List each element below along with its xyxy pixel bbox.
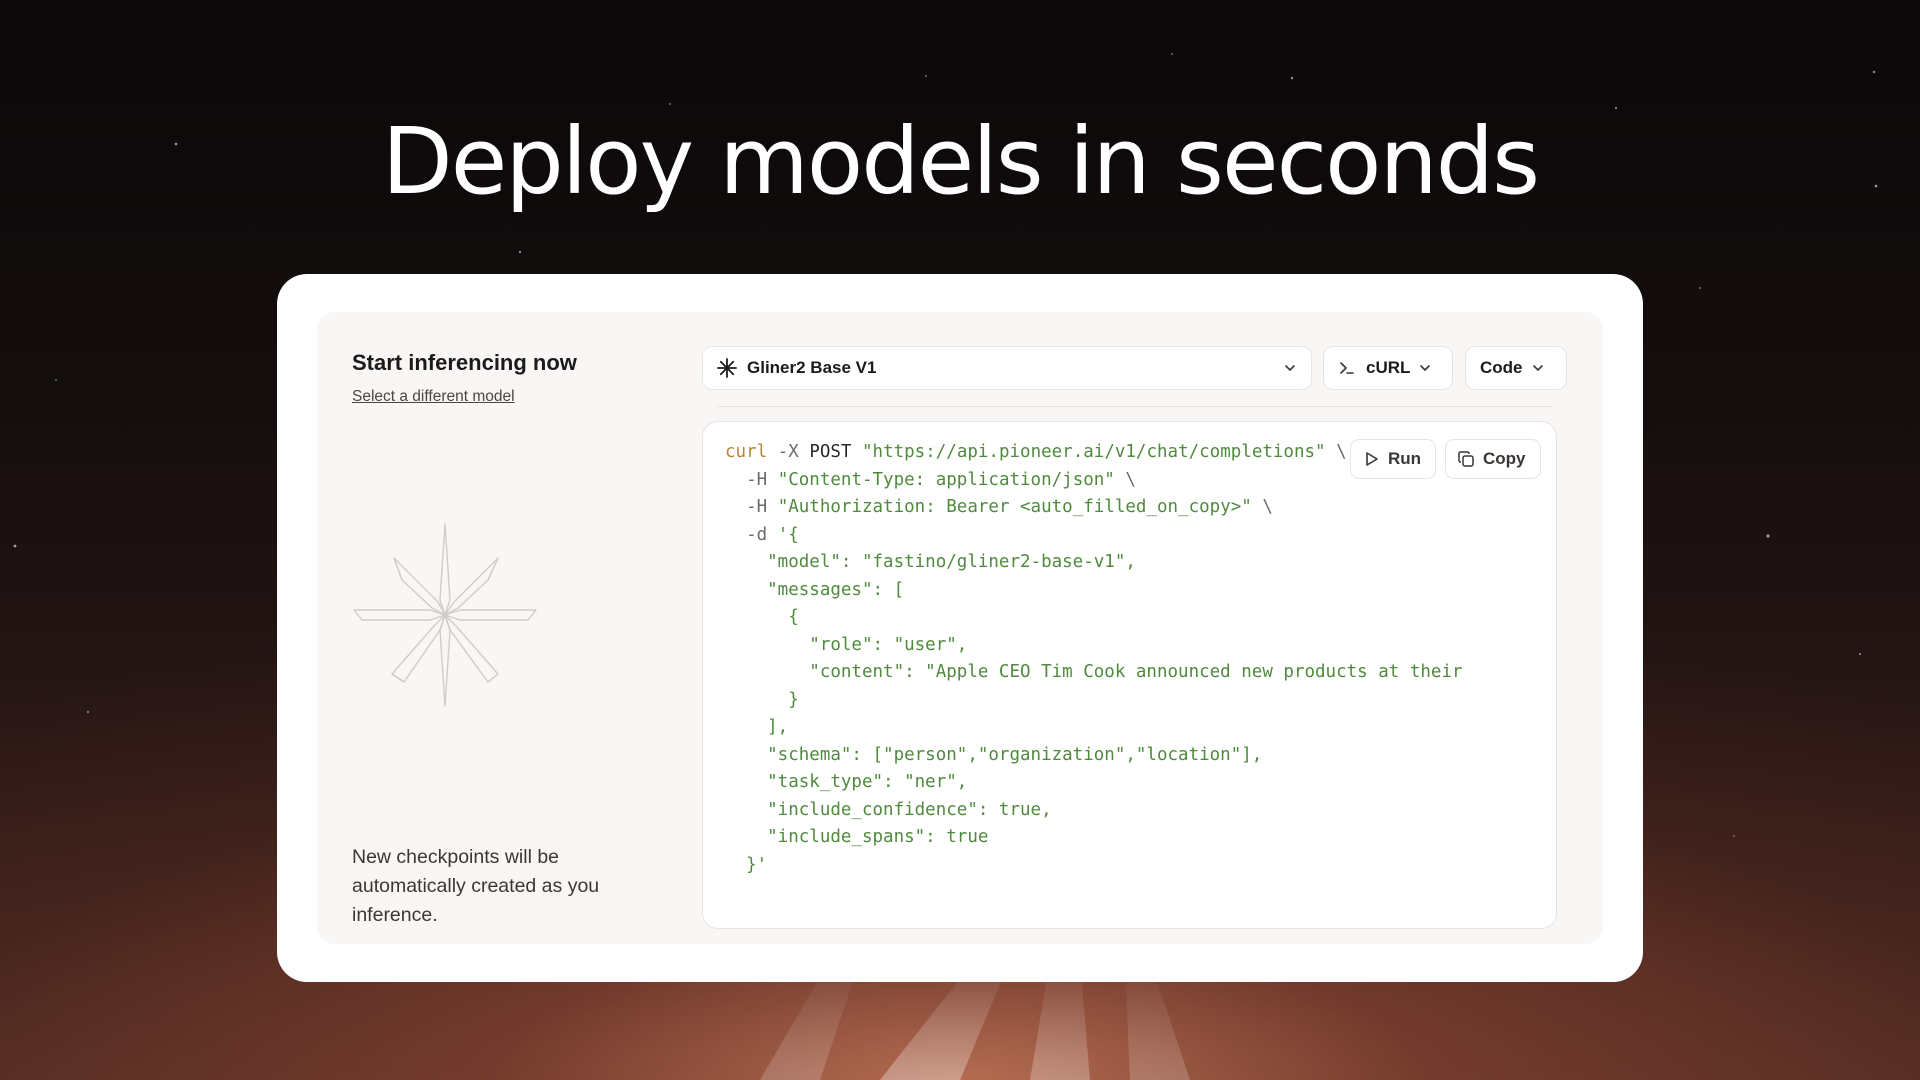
inference-card: Start inferencing now Select a different… bbox=[277, 274, 1643, 982]
language-dropdown-label: cURL bbox=[1366, 358, 1411, 377]
code-line: "task_type": "ner", bbox=[725, 769, 1463, 797]
code-token: "include_spans": true bbox=[725, 827, 989, 847]
model-dropdown[interactable]: Gliner2 Base V1 bbox=[702, 346, 1312, 390]
code-snippet[interactable]: curl -X POST "https://api.pioneer.ai/v1/… bbox=[725, 439, 1463, 879]
code-line: { bbox=[725, 604, 1463, 632]
page-headline: Deploy models in seconds bbox=[381, 108, 1540, 215]
code-line: "content": "Apple CEO Tim Cook announced… bbox=[725, 659, 1463, 687]
copy-button[interactable]: Copy bbox=[1445, 439, 1541, 479]
inference-panel: Start inferencing now Select a different… bbox=[317, 312, 1603, 944]
code-token: -d bbox=[725, 524, 778, 545]
run-button-label: Run bbox=[1388, 449, 1422, 468]
chevron-down-icon bbox=[1532, 365, 1543, 371]
code-token: "Content-Type: application/json" bbox=[777, 469, 1115, 490]
select-model-link[interactable]: Select a different model bbox=[352, 388, 515, 406]
code-token: "schema": ["person","organization","loca… bbox=[725, 744, 1263, 765]
model-dropdown-label: Gliner2 Base V1 bbox=[747, 358, 877, 377]
code-token: \ bbox=[1325, 442, 1347, 462]
toolbar-divider bbox=[717, 406, 1553, 407]
view-dropdown-label: Code bbox=[1480, 358, 1523, 377]
language-dropdown[interactable]: cURL bbox=[1323, 346, 1453, 390]
code-line: ], bbox=[725, 714, 1463, 742]
code-panel: curl -X POST "https://api.pioneer.ai/v1/… bbox=[702, 421, 1557, 929]
code-token: \ bbox=[1114, 469, 1136, 490]
code-token: { bbox=[725, 607, 799, 627]
code-token: ], bbox=[725, 717, 789, 737]
code-line: -d '{ bbox=[725, 522, 1463, 550]
code-token: "messages": [ bbox=[725, 579, 905, 600]
sparkle-icon bbox=[717, 358, 737, 378]
code-token: "include_confidence": true, bbox=[725, 799, 1052, 820]
code-line: "messages": [ bbox=[725, 577, 1463, 605]
code-token: -H bbox=[725, 497, 778, 517]
chevron-down-icon bbox=[1420, 365, 1431, 371]
code-token: "task_type": "ner", bbox=[725, 772, 968, 792]
view-dropdown[interactable]: Code bbox=[1465, 346, 1567, 390]
left-column: Start inferencing now Select a different… bbox=[352, 350, 652, 926]
code-token: "model": "fastino/gliner2-base-v1", bbox=[725, 552, 1136, 572]
chevron-down-icon bbox=[1285, 365, 1295, 371]
code-token: POST bbox=[809, 442, 862, 462]
copy-icon bbox=[1458, 451, 1474, 467]
terminal-icon bbox=[1340, 362, 1354, 374]
code-line: "schema": ["person","organization","loca… bbox=[725, 742, 1463, 770]
code-line: } bbox=[725, 687, 1463, 715]
code-token: curl bbox=[725, 442, 768, 462]
code-line: }' bbox=[725, 852, 1463, 880]
code-token: "https://api.pioneer.ai/v1/chat/completi… bbox=[862, 442, 1326, 462]
code-line: "include_spans": true bbox=[725, 824, 1463, 852]
star-logo-icon bbox=[353, 523, 537, 707]
code-line: "role": "user", bbox=[725, 632, 1463, 660]
section-title: Start inferencing now bbox=[352, 350, 577, 375]
code-token: }' bbox=[725, 854, 768, 875]
code-token: "role": "user", bbox=[725, 634, 968, 655]
code-line: "model": "fastino/gliner2-base-v1", bbox=[725, 549, 1463, 577]
copy-button-label: Copy bbox=[1483, 449, 1526, 468]
code-token: -X bbox=[767, 442, 810, 462]
code-line: -H "Authorization: Bearer <auto_filled_o… bbox=[725, 494, 1463, 522]
code-token: '{ bbox=[777, 524, 799, 545]
code-token: "content": "Apple CEO Tim Cook announced… bbox=[725, 662, 1463, 682]
run-button[interactable]: Run bbox=[1350, 439, 1436, 479]
code-token: -H bbox=[725, 469, 778, 490]
code-token: } bbox=[725, 689, 799, 710]
code-line: "include_confidence": true, bbox=[725, 797, 1463, 825]
checkpoint-note: New checkpoints will be automatically cr… bbox=[352, 846, 600, 926]
play-icon bbox=[1366, 452, 1378, 466]
code-token: \ bbox=[1251, 497, 1273, 517]
code-token: "Authorization: Bearer <auto_filled_on_c… bbox=[777, 497, 1252, 517]
